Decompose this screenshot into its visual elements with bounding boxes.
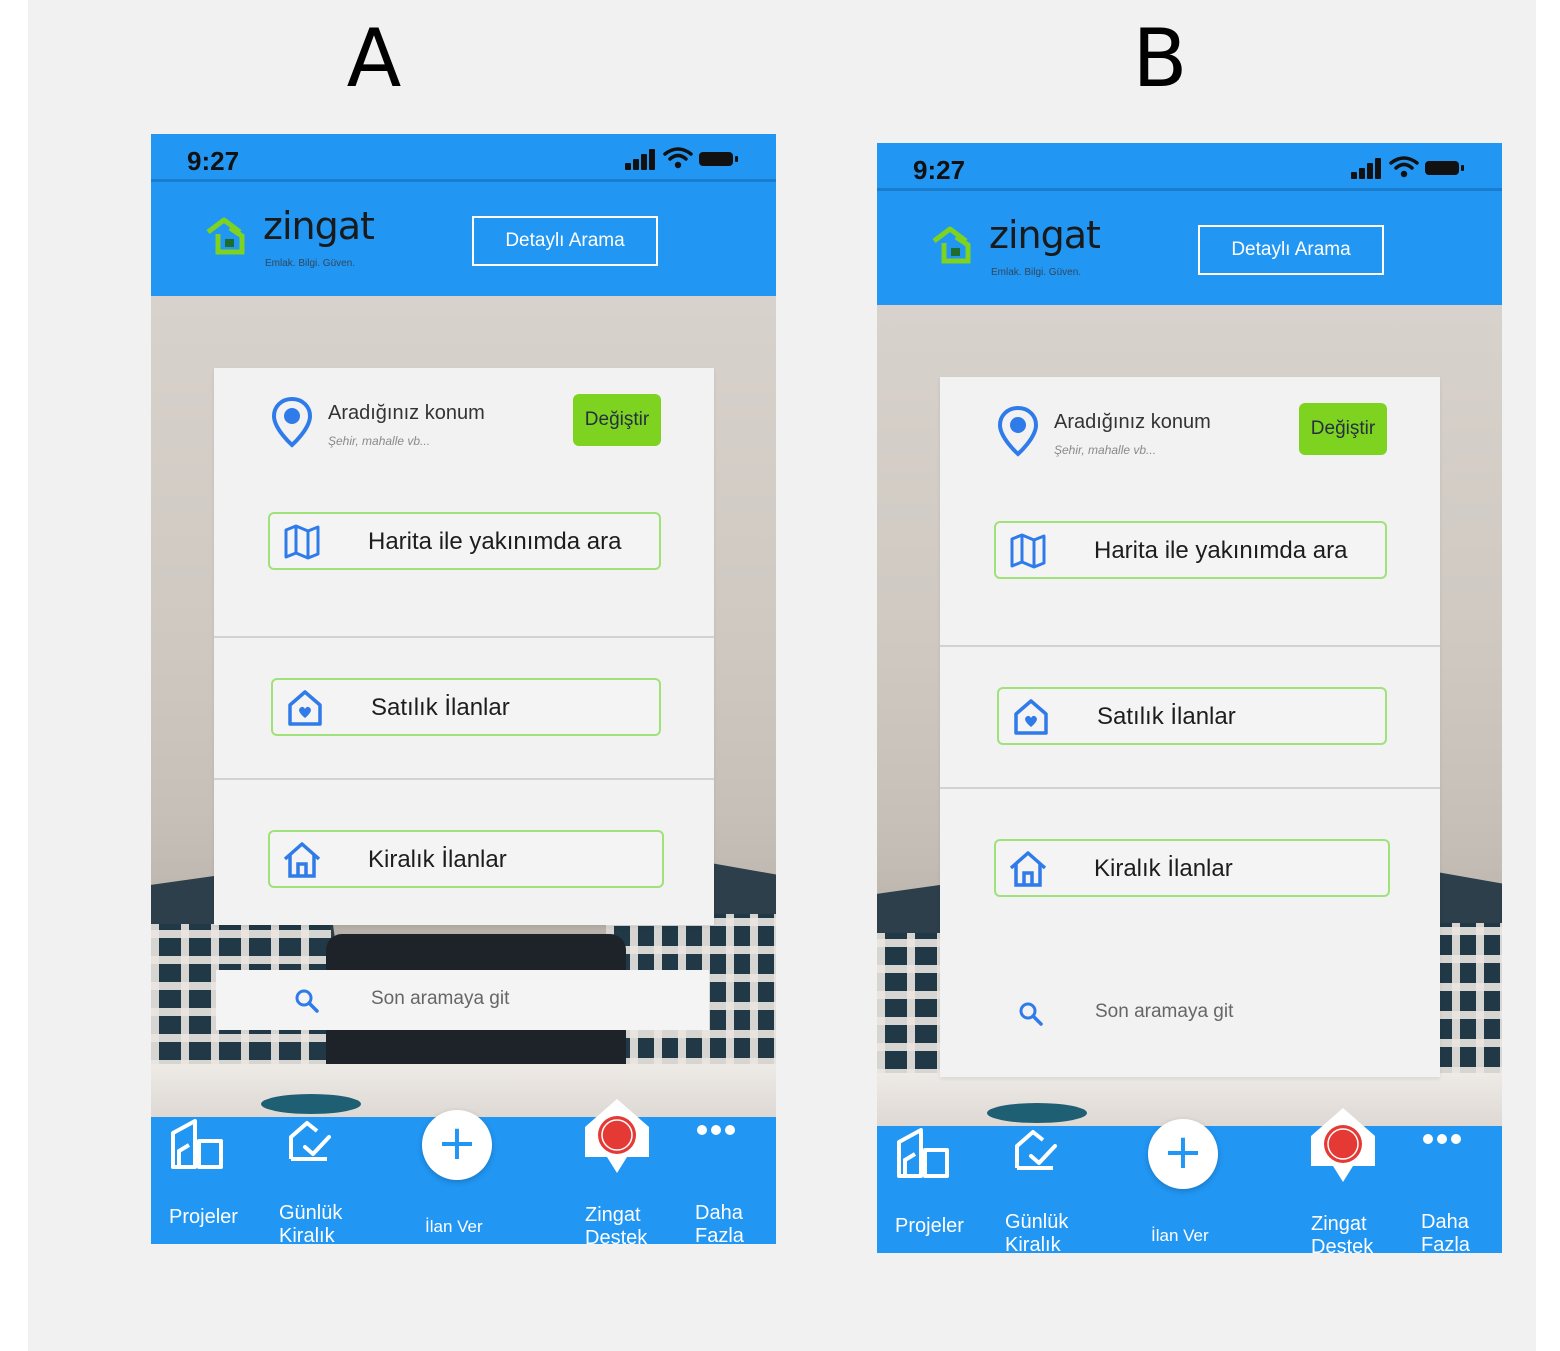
divider	[940, 787, 1440, 789]
nav-more-label-1: Daha	[695, 1202, 743, 1224]
house-icon	[283, 842, 321, 878]
recent-search-label: Son aramaya git	[1095, 1001, 1234, 1022]
search-icon	[1019, 1002, 1043, 1026]
battery-icon	[1425, 161, 1464, 175]
house-icon	[1009, 851, 1047, 887]
location-title: Aradığınız konum	[1054, 411, 1211, 433]
post-ad-plus-button[interactable]: +	[1148, 1119, 1218, 1189]
for-rent-listings-button[interactable]: Kiralık İlanlar	[994, 839, 1390, 897]
more-dots-icon[interactable]	[697, 1125, 737, 1137]
location-placeholder[interactable]: Şehir, mahalle vb...	[1054, 443, 1156, 457]
map-icon	[1010, 533, 1046, 569]
nav-support-label-2: Destek	[585, 1227, 648, 1244]
nav-more-label-2: Fazla	[1421, 1234, 1470, 1253]
nav-more-label-2: Fazla	[695, 1225, 744, 1244]
projects-icon	[171, 1119, 223, 1169]
status-time: 9:27	[913, 155, 966, 185]
nav-post-ad-label: İlan Ver	[1151, 1226, 1209, 1245]
phone-mockup-b: 9:27 zingat Emlak. Bilgi. Güven. Detaylı…	[877, 143, 1502, 1253]
nav-support-label-2: Destek	[1311, 1236, 1374, 1253]
map-nearby-search-button[interactable]: Harita ile yakınımda ara	[994, 521, 1387, 579]
house-heart-icon	[1014, 699, 1048, 735]
status-bar: 9:27	[151, 134, 776, 182]
change-location-button[interactable]: Değiştir	[1299, 403, 1387, 455]
bowl-decor	[261, 1094, 361, 1114]
for-sale-listings-button[interactable]: Satılık İlanlar	[997, 687, 1387, 745]
recent-search-bar[interactable]: Son aramaya git	[216, 970, 709, 1030]
change-location-button[interactable]: Değiştir	[573, 394, 661, 446]
nav-support-label-1: Zingat	[1311, 1213, 1367, 1235]
for-sale-label: Satılık İlanlar	[1097, 703, 1236, 730]
map-nearby-search-button[interactable]: Harita ile yakınımda ara	[268, 512, 661, 570]
zingat-logo-text: zingat	[989, 213, 1101, 257]
nav-projects[interactable]: Projeler	[151, 1117, 261, 1244]
for-rent-label: Kiralık İlanlar	[1094, 855, 1233, 882]
zingat-logo-icon	[206, 217, 245, 255]
house-check-icon	[289, 1121, 331, 1161]
app-header: zingat Emlak. Bilgi. Güven. Detaylı Aram…	[151, 182, 776, 296]
nav-more-label-1: Daha	[1421, 1211, 1469, 1233]
signal-icon	[625, 148, 659, 170]
recent-search-label: Son aramaya git	[371, 988, 510, 1009]
status-bar: 9:27	[877, 143, 1502, 191]
app-header: zingat Emlak. Bilgi. Güven. Detaylı Aram…	[877, 191, 1502, 305]
more-dots-icon[interactable]	[1423, 1134, 1463, 1146]
wifi-icon	[1389, 156, 1419, 178]
divider	[214, 636, 714, 638]
nav-support-label-1: Zingat	[585, 1204, 641, 1226]
signal-icon	[1351, 157, 1385, 179]
nav-daily-rental-label-2: Kiralık	[279, 1225, 335, 1244]
nav-projects-label: Projeler	[895, 1215, 964, 1237]
zingat-tagline: Emlak. Bilgi. Güven.	[265, 258, 356, 269]
status-time: 9:27	[187, 146, 240, 176]
search-card: Aradığınız konum Şehir, mahalle vb... De…	[940, 377, 1440, 1077]
post-ad-plus-button[interactable]: +	[422, 1110, 492, 1180]
battery-icon	[699, 152, 738, 166]
nav-daily-rental[interactable]: Günlük Kiralık	[995, 1126, 1095, 1253]
location-pin-icon	[271, 396, 313, 448]
map-icon	[284, 524, 320, 560]
zingat-tagline: Emlak. Bilgi. Güven.	[991, 267, 1082, 278]
bottom-navigation: Projeler Günlük Kiralık + İlan Ver Zinga…	[151, 1099, 776, 1244]
nav-daily-rental-label-1: Günlük	[1005, 1211, 1069, 1233]
bottom-navigation: Projeler Günlük Kiralık + İlan Ver Zinga…	[877, 1108, 1502, 1253]
for-rent-label: Kiralık İlanlar	[368, 846, 507, 873]
house-check-icon	[1015, 1130, 1057, 1170]
divider	[214, 778, 714, 780]
comparison-canvas: A B 9:27 zingat Emlak. Bilgi. Güven. Det…	[28, 0, 1536, 1351]
map-nearby-label: Harita ile yakınımda ara	[368, 528, 622, 555]
nav-daily-rental-label-1: Günlük	[279, 1202, 343, 1224]
variant-label-b: B	[1132, 12, 1188, 105]
recent-search-bar[interactable]: Son aramaya git	[940, 983, 1440, 1043]
divider	[940, 645, 1440, 647]
for-sale-listings-button[interactable]: Satılık İlanlar	[271, 678, 661, 736]
for-sale-label: Satılık İlanlar	[371, 694, 510, 721]
zingat-support-icon[interactable]	[581, 1095, 653, 1177]
wifi-icon	[663, 147, 693, 169]
nav-daily-rental[interactable]: Günlük Kiralık	[269, 1117, 369, 1244]
location-placeholder[interactable]: Şehir, mahalle vb...	[328, 434, 430, 448]
zingat-support-icon[interactable]	[1307, 1104, 1379, 1186]
nav-post-ad-label: İlan Ver	[425, 1217, 483, 1236]
map-nearby-label: Harita ile yakınımda ara	[1094, 537, 1348, 564]
zingat-logo-icon	[932, 226, 971, 264]
nav-daily-rental-label-2: Kiralık	[1005, 1234, 1061, 1253]
location-pin-icon	[997, 405, 1039, 457]
variant-label-a: A	[346, 12, 402, 105]
nav-projects-label: Projeler	[169, 1206, 238, 1228]
detailed-search-button[interactable]: Detaylı Arama	[472, 216, 658, 266]
bowl-decor	[987, 1103, 1087, 1123]
phone-mockup-a: 9:27 zingat Emlak. Bilgi. Güven. Detaylı…	[151, 134, 776, 1244]
location-title: Aradığınız konum	[328, 402, 485, 424]
projects-icon	[897, 1128, 949, 1178]
search-icon	[295, 989, 319, 1013]
for-rent-listings-button[interactable]: Kiralık İlanlar	[268, 830, 664, 888]
detailed-search-button[interactable]: Detaylı Arama	[1198, 225, 1384, 275]
nav-projects[interactable]: Projeler	[877, 1126, 987, 1253]
house-heart-icon	[288, 690, 322, 726]
zingat-logo-text: zingat	[263, 204, 375, 248]
search-card: Aradığınız konum Şehir, mahalle vb... De…	[214, 368, 714, 925]
